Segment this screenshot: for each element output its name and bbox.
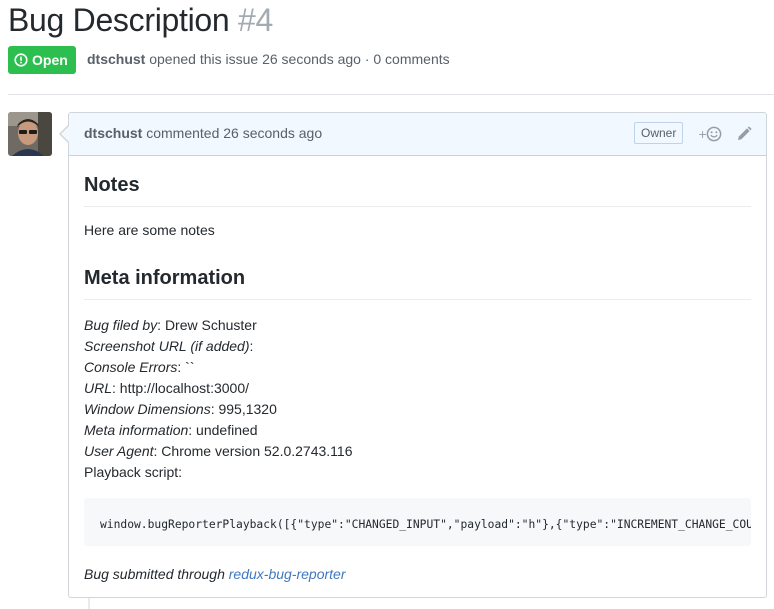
avatar[interactable] bbox=[8, 112, 52, 156]
field-meta-information: Meta information: undefined bbox=[84, 420, 258, 441]
owner-badge: Owner bbox=[634, 122, 684, 144]
footer-text: Bug submitted through bbox=[84, 566, 229, 582]
issue-meta: dtschust opened this issue 26 seconds ag… bbox=[87, 51, 450, 67]
field-window-dimensions: Window Dimensions: 995,1320 bbox=[84, 399, 277, 420]
add-reaction-button[interactable]: + bbox=[697, 124, 725, 144]
state-badge-open: Open bbox=[8, 46, 76, 74]
timeline-line bbox=[88, 598, 90, 609]
field-value: : Chrome version 52.0.2743.116 bbox=[153, 443, 353, 459]
issue-opened-icon bbox=[14, 53, 28, 67]
svg-text:+: + bbox=[698, 128, 707, 141]
issue-page: Bug Description #4 Open dtschust opened … bbox=[0, 0, 774, 609]
field-label: Meta information bbox=[84, 422, 189, 438]
footer-line: Bug submitted through redux-bug-reporter bbox=[84, 564, 346, 585]
field-value: : Drew Schuster bbox=[157, 317, 257, 333]
field-label: Screenshot URL (if added) bbox=[84, 338, 250, 354]
edit-comment-button[interactable] bbox=[735, 125, 753, 143]
comment-box: dtschust commented 26 seconds ago Owner … bbox=[68, 112, 767, 598]
comment-time[interactable]: commented 26 seconds ago bbox=[142, 125, 322, 141]
field-value: : http://localhost:3000/ bbox=[112, 380, 249, 396]
comment-author-link[interactable]: dtschust bbox=[84, 125, 142, 141]
issue-title-text: Bug Description bbox=[8, 2, 230, 38]
playback-code: window.bugReporterPlayback([{"type":"CHA… bbox=[100, 518, 751, 531]
field-label: Console Errors bbox=[84, 359, 178, 375]
redux-bug-reporter-link[interactable]: redux-bug-reporter bbox=[229, 566, 346, 582]
issue-number: #4 bbox=[238, 2, 273, 38]
field-value: : 995,1320 bbox=[210, 401, 277, 417]
issue-author-link[interactable]: dtschust bbox=[87, 51, 145, 67]
field-value: : `` bbox=[177, 359, 195, 375]
meta-heading: Meta information bbox=[84, 266, 751, 300]
field-label: Window Dimensions bbox=[84, 401, 211, 417]
field-value: : bbox=[249, 338, 254, 354]
field-user-agent: User Agent: Chrome version 52.0.2743.116 bbox=[84, 441, 353, 462]
pencil-icon bbox=[738, 126, 752, 140]
field-value: : undefined bbox=[188, 422, 258, 438]
comment-body: Notes Here are some notes Meta informati… bbox=[84, 156, 751, 597]
comment-arrow-fill bbox=[61, 126, 69, 142]
comment-header: dtschust commented 26 seconds ago Owner … bbox=[69, 113, 766, 156]
comment-author-line: dtschust commented 26 seconds ago bbox=[84, 125, 322, 141]
issue-meta-text: opened this issue 26 seconds ago · 0 com… bbox=[145, 51, 450, 67]
field-label: URL bbox=[84, 380, 113, 396]
field-console-errors: Console Errors: `` bbox=[84, 357, 194, 378]
notes-text: Here are some notes bbox=[84, 222, 215, 238]
field-url: URL: http://localhost:3000/ bbox=[84, 378, 249, 399]
field-label: Bug filed by bbox=[84, 317, 158, 333]
issue-title: Bug Description #4 bbox=[8, 2, 273, 39]
playback-code-block[interactable]: window.bugReporterPlayback([{"type":"CHA… bbox=[84, 498, 751, 546]
playback-label: Playback script: bbox=[84, 464, 183, 480]
notes-heading: Notes bbox=[84, 173, 751, 207]
state-label: Open bbox=[32, 52, 68, 68]
smiley-add-icon: + bbox=[698, 126, 722, 142]
field-bug-filed-by: Bug filed by: Drew Schuster bbox=[84, 315, 257, 336]
field-screenshot-url: Screenshot URL (if added): bbox=[84, 336, 253, 357]
header-divider bbox=[8, 94, 774, 95]
field-label: User Agent bbox=[84, 443, 154, 459]
